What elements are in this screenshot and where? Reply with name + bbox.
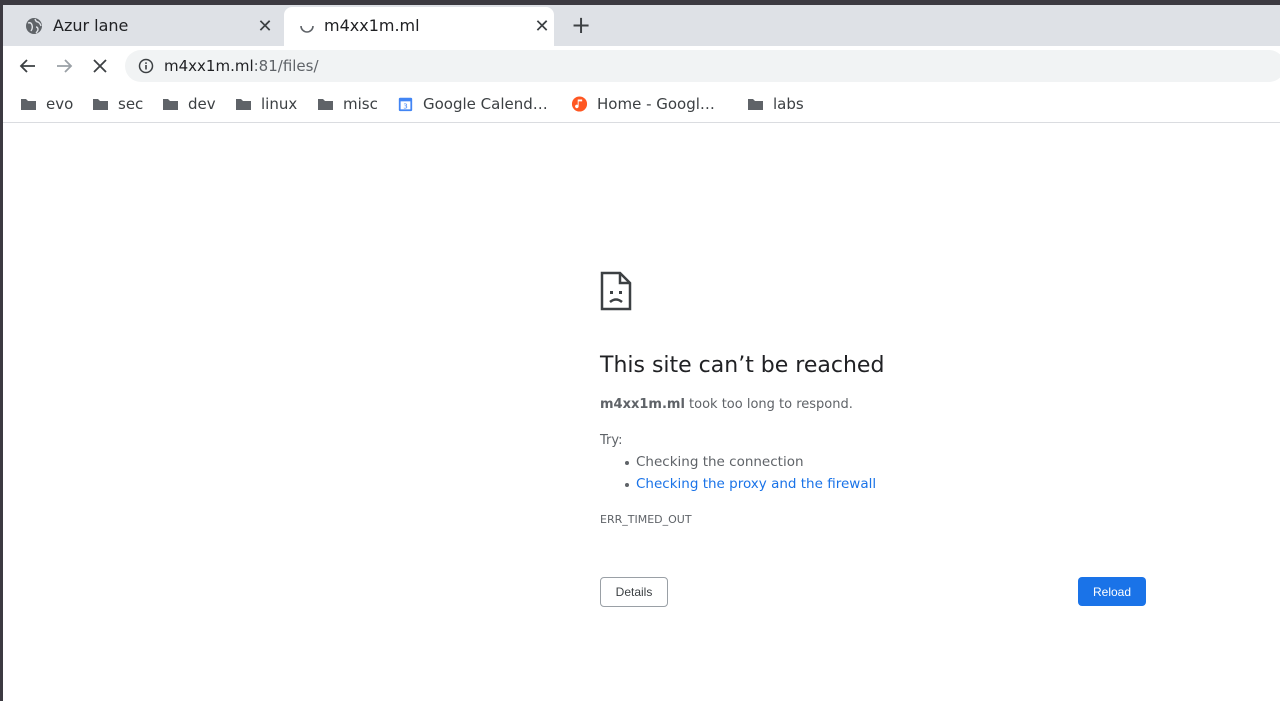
suggestion-check-proxy-firewall-link[interactable]: Checking the proxy and the firewall [624,475,876,497]
bookmark-google-play-music[interactable]: Home - Googl… [571,93,715,115]
tab-m4xx1m[interactable]: m4xx1m.ml ✕ [284,7,554,46]
bookmark-label: sec [118,95,144,113]
svg-text:3: 3 [403,101,408,110]
bookmark-label: Google Calend… [423,95,548,113]
try-label: Try: [600,433,623,448]
url-host: m4xx1m.ml [164,57,254,75]
info-icon [138,58,154,74]
forward-button[interactable] [52,54,76,78]
arrow-right-icon [57,59,73,73]
tab-title: Azur lane [53,16,129,35]
google-play-music-icon [571,96,588,112]
details-button[interactable]: Details [600,577,668,607]
bookmark-label: linux [261,95,298,113]
address-bar[interactable]: m4xx1m.ml:81/files/ [125,50,1280,82]
bookmark-label: Home - Googl… [597,95,715,113]
bookmark-label: evo [46,95,74,113]
tab-azur-lane[interactable]: Azur lane ✕ [3,7,283,46]
error-page: This site can’t be reached m4xx1m.ml too… [3,124,1280,701]
bookmarks-bar: evo sec dev linux misc 3 Google Calend… [3,86,1280,123]
reload-button[interactable]: Reload [1078,577,1146,606]
back-button[interactable] [16,54,40,78]
folder-icon [236,99,251,110]
folder-icon [163,99,178,110]
globe-icon [26,18,42,34]
loading-spinner-icon [300,25,314,33]
new-tab-button[interactable]: + [569,13,593,38]
bookmark-dev[interactable]: dev [162,93,216,115]
bookmark-misc[interactable]: misc [317,93,378,115]
sad-document-icon [600,271,632,311]
bookmark-evo[interactable]: evo [20,93,73,115]
folder-icon [748,99,763,110]
close-icon[interactable]: ✕ [532,16,552,37]
bookmark-label: labs [773,95,804,113]
bookmark-label: misc [343,95,378,113]
folder-icon [93,99,108,110]
bookmark-labs[interactable]: labs [747,93,804,115]
bookmark-linux[interactable]: linux [235,93,297,115]
bookmark-google-calendar[interactable]: 3 Google Calend… [397,93,548,115]
close-icon [93,59,107,73]
suggestions-list: Checking the connection Checking the pro… [624,453,876,497]
tab-strip: Azur lane ✕ m4xx1m.ml ✕ + [3,5,1280,46]
error-title: This site can’t be reached [600,353,885,378]
bookmark-label: dev [188,95,216,113]
folder-icon [21,99,36,110]
error-code: ERR_TIMED_OUT [600,513,692,526]
error-description: m4xx1m.ml took too long to respond. [600,397,853,412]
bookmark-sec[interactable]: sec [92,93,143,115]
close-icon[interactable]: ✕ [255,16,275,37]
error-host: m4xx1m.ml [600,397,685,412]
google-calendar-icon: 3 [398,97,413,112]
tab-title: m4xx1m.ml [324,16,420,35]
suggestion-check-connection: Checking the connection [624,453,876,475]
url-text[interactable]: m4xx1m.ml:81/files/ [164,57,319,75]
stop-loading-button[interactable] [88,54,112,78]
error-description-text: took too long to respond. [684,397,853,412]
arrow-left-icon [19,59,35,73]
url-path: :81/files/ [253,57,319,75]
folder-icon [318,99,333,110]
browser-window: Azur lane ✕ m4xx1m.ml ✕ + m4xx1m.ml:81/f… [3,5,1280,701]
toolbar: m4xx1m.ml:81/files/ [3,46,1280,86]
